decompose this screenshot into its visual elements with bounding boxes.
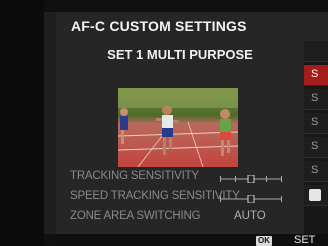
speed-tracking-sensitivity-slider[interactable] (220, 195, 282, 203)
screen-title: AF-C CUSTOM SETTINGS (71, 18, 247, 34)
side-menu-item-4[interactable]: S (304, 137, 328, 158)
zone-area-switching-value: AUTO (234, 210, 266, 222)
side-menu-item-0[interactable] (304, 41, 328, 62)
set-label: SET (294, 234, 316, 246)
side-menu-item-6[interactable] (304, 185, 328, 206)
side-menu-item-label: S (311, 68, 319, 80)
side-menu-item-3[interactable]: S (304, 113, 328, 134)
page-scroll-edge[interactable] (44, 12, 96, 234)
tracking-sensitivity-slider[interactable] (220, 175, 282, 183)
tracking-sensitivity-knob (247, 175, 255, 183)
side-menu-item-1[interactable]: S (304, 65, 328, 86)
side-menu-item-label: S (311, 92, 319, 104)
zone-area-switching-row[interactable]: ZONE AREA SWITCHING AUTO (70, 210, 296, 226)
side-menu-item-2[interactable]: S (304, 89, 328, 110)
tracking-sensitivity-label: TRACKING SENSITIVITY (70, 170, 199, 182)
zone-area-switching-label: ZONE AREA SWITCHING (70, 210, 201, 222)
side-menu-item-label: S (311, 140, 319, 152)
tracking-sensitivity-row[interactable]: TRACKING SENSITIVITY (70, 170, 296, 186)
side-menu: S S S S S (304, 41, 328, 234)
runners-photo (118, 88, 238, 167)
screen-header: AF-C CUSTOM SETTINGS (56, 12, 328, 42)
side-menu-item-label: S (311, 116, 319, 128)
ok-button-icon[interactable]: OK (256, 236, 272, 246)
side-menu-item-label: S (311, 164, 319, 176)
side-menu-item-5[interactable]: S (304, 161, 328, 182)
footer-bar: OK SET (56, 234, 328, 246)
speed-tracking-sensitivity-row[interactable]: SPEED TRACKING SENSITIVITY (70, 190, 296, 206)
speed-tracking-sensitivity-knob (247, 195, 255, 203)
speed-tracking-sensitivity-label: SPEED TRACKING SENSITIVITY (70, 190, 240, 202)
settings-panel: SET 1 MULTI PURPOSE TRACKING SENSITIVITY… (56, 41, 304, 234)
custom-menu-icon (309, 189, 321, 201)
left-background (0, 0, 44, 246)
preset-title: SET 1 MULTI PURPOSE (107, 47, 253, 62)
